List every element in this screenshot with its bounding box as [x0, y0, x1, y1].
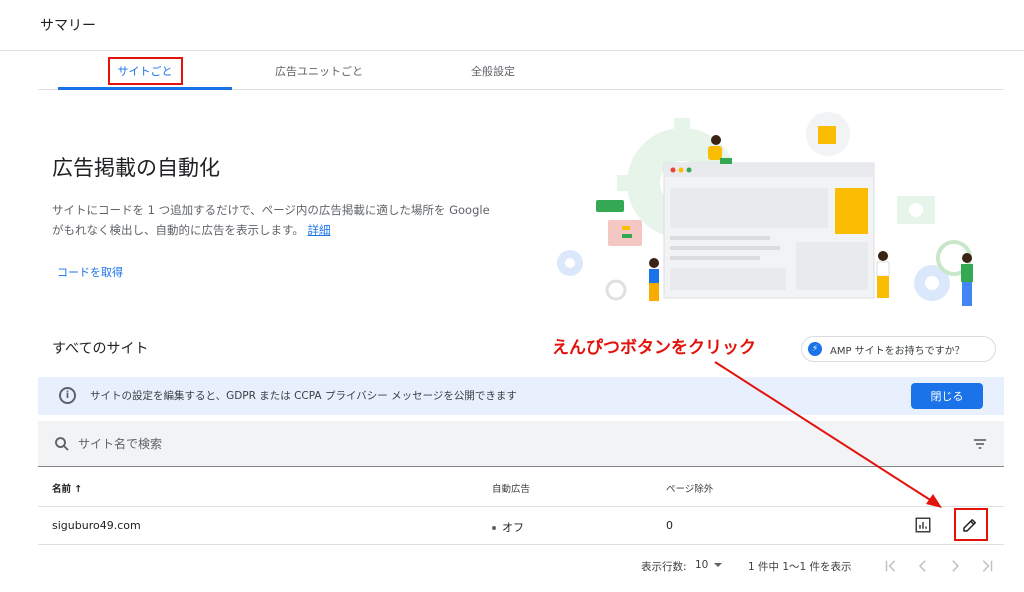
range-text: 1 件中 1〜1 件を表示 — [748, 561, 852, 573]
search-icon — [55, 437, 69, 451]
person-figure-top — [708, 135, 732, 164]
report-icon[interactable] — [914, 516, 932, 534]
first-page-icon[interactable] — [882, 557, 900, 575]
search-input[interactable] — [78, 435, 578, 453]
tab-general-settings-label: 全般設定 — [471, 65, 515, 78]
amp-lightning-icon: ⚡ — [808, 342, 822, 356]
auto-ads-status: オフ — [492, 519, 524, 535]
active-tab-indicator — [58, 87, 232, 90]
page-header: サマリー — [0, 0, 1024, 51]
tab-bar: サイトごと 広告ユニットごと 全般設定 — [38, 52, 1004, 90]
close-banner-button[interactable]: 閉じる — [911, 383, 983, 409]
filter-icon[interactable] — [972, 436, 988, 452]
hero-description-line1: サイトにコードを 1 つ追加するだけで、ページ内の広告掲載に適した場所を Goo… — [52, 203, 490, 217]
tab-by-ad-unit[interactable]: 広告ユニットごと — [232, 52, 406, 90]
person-figure-left — [649, 258, 659, 301]
column-name-header[interactable]: 名前 ↑ — [52, 481, 82, 495]
person-figure-center — [876, 251, 890, 298]
amp-site-button[interactable]: ⚡ AMP サイトをお持ちですか？ — [801, 336, 996, 362]
table-row: siguburo49.com オフ 0 — [38, 507, 1004, 545]
last-page-icon[interactable] — [978, 557, 996, 575]
tab-by-site[interactable]: サイトごと — [58, 52, 232, 90]
page-exclusions-count: 0 — [666, 519, 673, 532]
search-bar — [38, 421, 1004, 467]
amp-site-button-label: AMP サイトをお持ちですか？ — [830, 345, 965, 357]
site-name: siguburo49.com — [52, 519, 141, 532]
hero-title: 広告掲載の自動化 — [52, 156, 220, 180]
hero-description: サイトにコードを 1 つ追加するだけで、ページ内の広告掲載に適した場所を Goo… — [52, 200, 552, 240]
auto-ads-illustration — [557, 112, 973, 306]
info-icon: i — [59, 387, 76, 404]
all-sites-heading: すべてのサイト — [52, 341, 149, 357]
hero-description-line2: がもれなく検出し、自動的に広告を表示します。 — [52, 223, 304, 237]
rows-per-page-select[interactable]: 10 — [695, 559, 723, 571]
page-title: サマリー — [40, 18, 96, 34]
details-link[interactable]: 詳細 — [308, 223, 331, 237]
pagination: 表示行数: 10 1 件中 1〜1 件を表示 — [38, 545, 1004, 585]
tab-general-settings[interactable]: 全般設定 — [406, 52, 580, 90]
info-banner-text: サイトの設定を編集すると、GDPR または CCPA プライバシー メッセージを… — [90, 390, 517, 402]
info-banner: i サイトの設定を編集すると、GDPR または CCPA プライバシー メッセー… — [38, 377, 1004, 415]
pencil-icon[interactable] — [961, 516, 979, 534]
rows-per-page-label: 表示行数: — [641, 561, 687, 573]
column-page-exclusions-header: ページ除外 — [666, 484, 714, 495]
table-header: 名前 ↑ 自動広告 ページ除外 — [38, 467, 1004, 507]
auto-ads-status-value: オフ — [502, 521, 524, 534]
prev-page-icon[interactable] — [914, 557, 932, 575]
tab-by-site-label: サイトごと — [107, 57, 183, 85]
next-page-icon[interactable] — [946, 557, 964, 575]
tab-by-ad-unit-label: 広告ユニットごと — [275, 65, 363, 78]
column-auto-ads-header: 自動広告 — [492, 484, 531, 495]
caret-down-icon — [714, 563, 723, 567]
pencil-annotation-text: えんぴつボタンをクリック — [552, 338, 756, 358]
get-code-link[interactable]: コードを取得 — [57, 264, 123, 280]
status-dot — [492, 526, 496, 530]
rows-per-page-value: 10 — [695, 559, 709, 571]
